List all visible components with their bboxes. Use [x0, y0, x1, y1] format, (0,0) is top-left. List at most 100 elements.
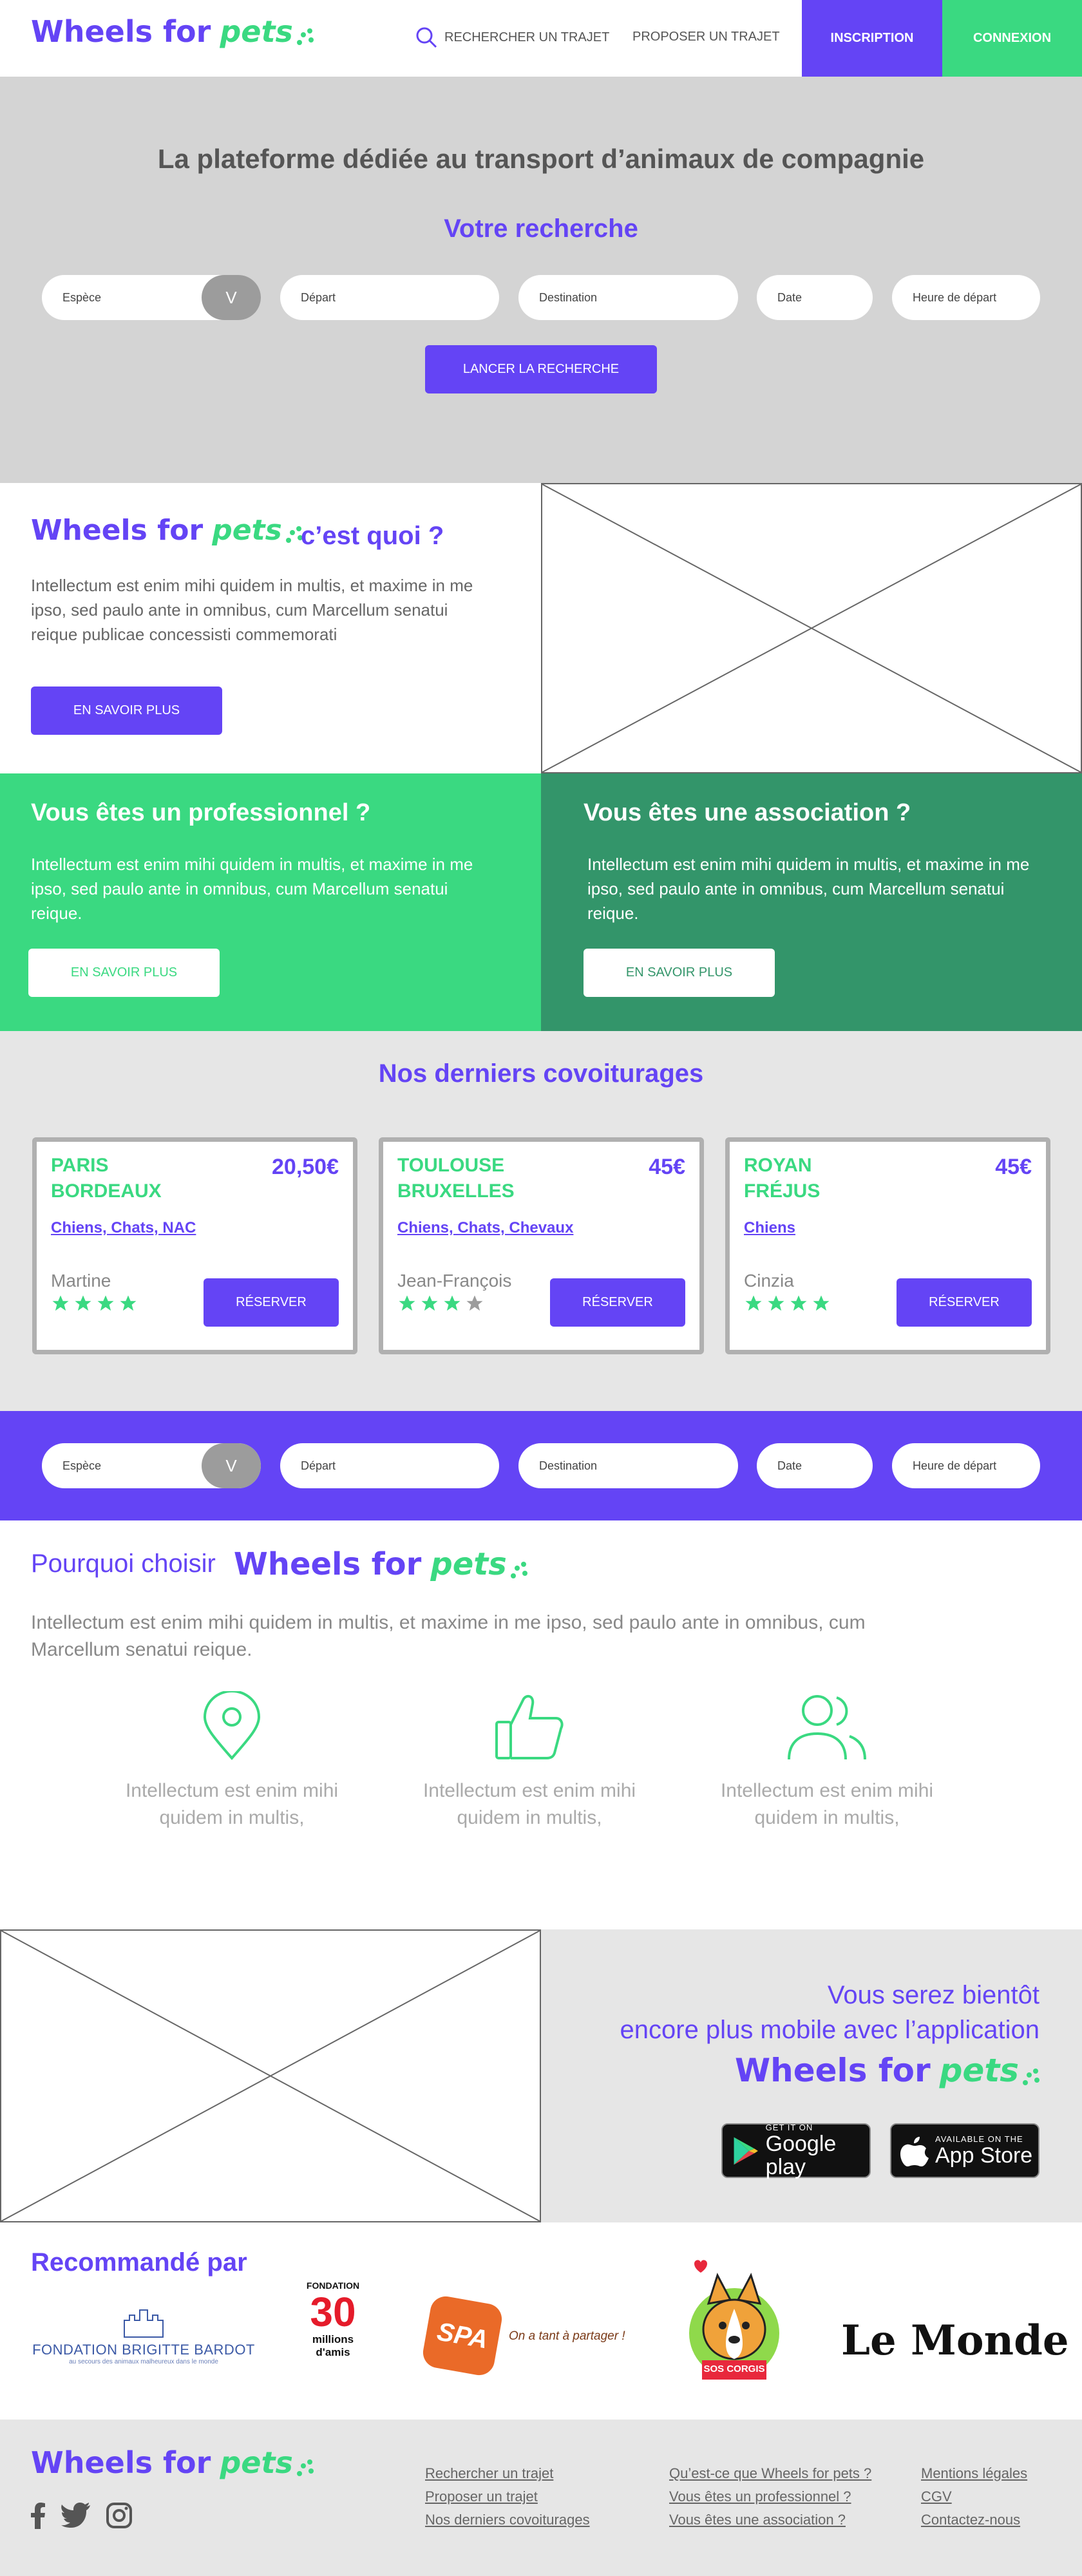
- login-button[interactable]: CONNEXION: [942, 0, 1082, 77]
- footer-link-rides[interactable]: Nos derniers covoiturages: [425, 2508, 590, 2532]
- reserve-button[interactable]: RÉSERVER: [204, 1278, 339, 1327]
- footer-link-contact[interactable]: Contactez-nous: [921, 2508, 1020, 2532]
- footer-link-legal[interactable]: Mentions légales: [921, 2462, 1027, 2485]
- app-store-small: AVAILABLE ON THE: [935, 2134, 1023, 2144]
- nav-search-link[interactable]: RECHERCHER UN TRAJET: [415, 26, 609, 49]
- reserve-button[interactable]: RÉSERVER: [550, 1278, 685, 1327]
- species-placeholder: Espèce: [62, 1459, 102, 1472]
- ride-species-link[interactable]: Chiens, Chats, Chevaux: [397, 1219, 573, 1237]
- ride-card[interactable]: TOULOUSE BRUXELLES 45€ Chiens, Chats, Ch…: [379, 1137, 704, 1354]
- professional-section: Vous êtes un professionnel ? Intellectum…: [0, 773, 541, 1031]
- about-section: Wheels for pets c’est quoi ? Intellectum…: [0, 483, 541, 773]
- ride-species-link[interactable]: Chiens: [744, 1219, 795, 1237]
- rating-stars: [51, 1294, 138, 1313]
- footer-link-search[interactable]: Rechercher un trajet: [425, 2462, 553, 2485]
- ride-driver: Martine: [51, 1271, 111, 1291]
- app-store-badge[interactable]: AVAILABLE ON THE App Store: [890, 2123, 1039, 2178]
- search-icon: [416, 27, 437, 48]
- species-select[interactable]: Espèce V: [42, 1443, 261, 1488]
- star-empty-icon: [466, 1295, 483, 1311]
- social-links: [30, 2502, 133, 2529]
- image-placeholder: [0, 1929, 541, 2222]
- brand-wheels: Wheels for: [31, 514, 204, 547]
- le-monde-logo[interactable]: Le Monde: [841, 2316, 1069, 2365]
- google-play-badge[interactable]: GET IT ON Google play: [721, 2123, 871, 2179]
- feature-item: Intellectum est enim mihi quidem in mult…: [401, 1691, 658, 1832]
- professional-text: Intellectum est enim mihi quidem in mult…: [31, 855, 473, 923]
- chevron-down-icon[interactable]: V: [202, 275, 261, 320]
- destination-input[interactable]: Destination: [518, 1443, 738, 1488]
- app-section: Vous serez bientôt encore plus mobile av…: [0, 1929, 1082, 2222]
- instagram-icon[interactable]: [106, 2502, 133, 2529]
- star-icon: [399, 1295, 415, 1311]
- brigitte-bardot-logo[interactable]: FONDATION BRIGITTE BARDOT au secours des…: [31, 2306, 256, 2377]
- paw-icon: [510, 1562, 527, 1578]
- brand-logo[interactable]: Wheels for pets: [31, 2445, 314, 2480]
- google-play-small: GET IT ON: [765, 2123, 813, 2132]
- date-input[interactable]: Date: [757, 1443, 873, 1488]
- why-prefix: Pourquoi choisir: [31, 1549, 216, 1578]
- sos-corgis-logo[interactable]: SOS CORGIS: [681, 2257, 784, 2396]
- ride-driver: Cinzia: [744, 1271, 794, 1291]
- brand-pets: pets: [220, 14, 293, 49]
- about-learn-more-button[interactable]: EN SAVOIR PLUS: [31, 687, 222, 735]
- app-store-big: App Store: [935, 2143, 1033, 2168]
- signup-button[interactable]: INSCRIPTION: [802, 0, 942, 77]
- star-icon: [745, 1295, 762, 1311]
- ride-species-link[interactable]: Chiens, Chats, NAC: [51, 1219, 196, 1237]
- brand-logo: Wheels for pets: [234, 1546, 527, 1582]
- brand-logo: Wheels for pets: [735, 2052, 1039, 2089]
- rides-title: Nos derniers covoiturages: [378, 1059, 704, 1088]
- brand-logo[interactable]: Wheels for pets: [31, 14, 314, 49]
- departure-input[interactable]: Départ: [280, 1443, 499, 1488]
- footer-link-propose[interactable]: Proposer un trajet: [425, 2485, 538, 2508]
- footer-link-cgv[interactable]: CGV: [921, 2485, 952, 2508]
- brand-wheels: Wheels for: [233, 1546, 422, 1582]
- destination-input[interactable]: Destination: [518, 275, 738, 320]
- about-title-suffix: c’est quoi ?: [301, 522, 444, 550]
- nav-propose-link[interactable]: PROPOSER UN TRAJET: [632, 30, 780, 44]
- why-text: Intellectum est enim mihi quidem in mult…: [31, 1612, 866, 1660]
- paw-icon: [1023, 2069, 1039, 2085]
- app-title-line1: Vous serez bientôt: [827, 1981, 1039, 2009]
- reserve-button[interactable]: RÉSERVER: [897, 1278, 1032, 1327]
- footer-link-what-is[interactable]: Qu’est-ce que Wheels for pets ?: [669, 2462, 871, 2485]
- star-icon: [75, 1295, 91, 1311]
- users-icon: [788, 1695, 866, 1760]
- launch-search-button[interactable]: LANCER LA RECHERCHE: [425, 345, 657, 393]
- ride-price: 45€: [995, 1155, 1032, 1179]
- star-icon: [97, 1295, 114, 1311]
- app-title-line2: encore plus mobile avec l’application: [620, 2016, 1039, 2044]
- time-input[interactable]: Heure de départ: [892, 1443, 1040, 1488]
- castle-icon: [124, 2309, 164, 2338]
- time-input[interactable]: Heure de départ: [892, 275, 1040, 320]
- why-section: Pourquoi choisir Wheels for pets Intelle…: [0, 1520, 1082, 1929]
- departure-input[interactable]: Départ: [280, 275, 499, 320]
- paw-icon: [296, 2459, 314, 2476]
- facebook-icon[interactable]: [30, 2502, 46, 2529]
- footer-link-professional[interactable]: Vous êtes un professionnel ?: [669, 2485, 851, 2508]
- paw-icon: [285, 526, 303, 543]
- association-section: Vous êtes une association ? Intellectum …: [541, 773, 1082, 1031]
- bardot-name: FONDATION BRIGITTE BARDOT: [32, 2342, 255, 2358]
- chevron-down-icon[interactable]: V: [202, 1443, 261, 1488]
- ride-driver: Jean-François: [397, 1271, 512, 1291]
- spa-badge: SPA: [421, 2294, 504, 2378]
- spa-tag: On a tant à partager !: [509, 2329, 625, 2343]
- ride-card[interactable]: ROYAN FRÉJUS 45€ Chiens Cinzia RÉSERVER: [725, 1137, 1050, 1354]
- spa-logo[interactable]: SPA On a tant à partager !: [421, 2294, 639, 2378]
- professional-title: Vous êtes un professionnel ?: [31, 799, 371, 826]
- date-input[interactable]: Date: [757, 275, 873, 320]
- footer-link-association[interactable]: Vous êtes une association ?: [669, 2508, 846, 2532]
- species-select[interactable]: Espèce V: [42, 275, 261, 320]
- 30-millions-amis-logo[interactable]: FONDATION 30 millions d'amis: [299, 2280, 366, 2383]
- association-learn-more-button[interactable]: EN SAVOIR PLUS: [584, 949, 775, 997]
- twitter-icon[interactable]: [61, 2502, 91, 2528]
- recommended-section: Recommandé par FONDATION BRIGITTE BARDOT…: [0, 2222, 1082, 2420]
- star-icon: [790, 1295, 807, 1311]
- ride-card[interactable]: PARIS BORDEAUX 20,50€ Chiens, Chats, NAC…: [32, 1137, 357, 1354]
- latest-rides-section: Nos derniers covoiturages PARIS BORDEAUX…: [0, 1031, 1082, 1411]
- brand-wheels: Wheels for: [31, 14, 211, 49]
- brand-pets: pets: [220, 2445, 293, 2480]
- professional-learn-more-button[interactable]: EN SAVOIR PLUS: [28, 949, 220, 997]
